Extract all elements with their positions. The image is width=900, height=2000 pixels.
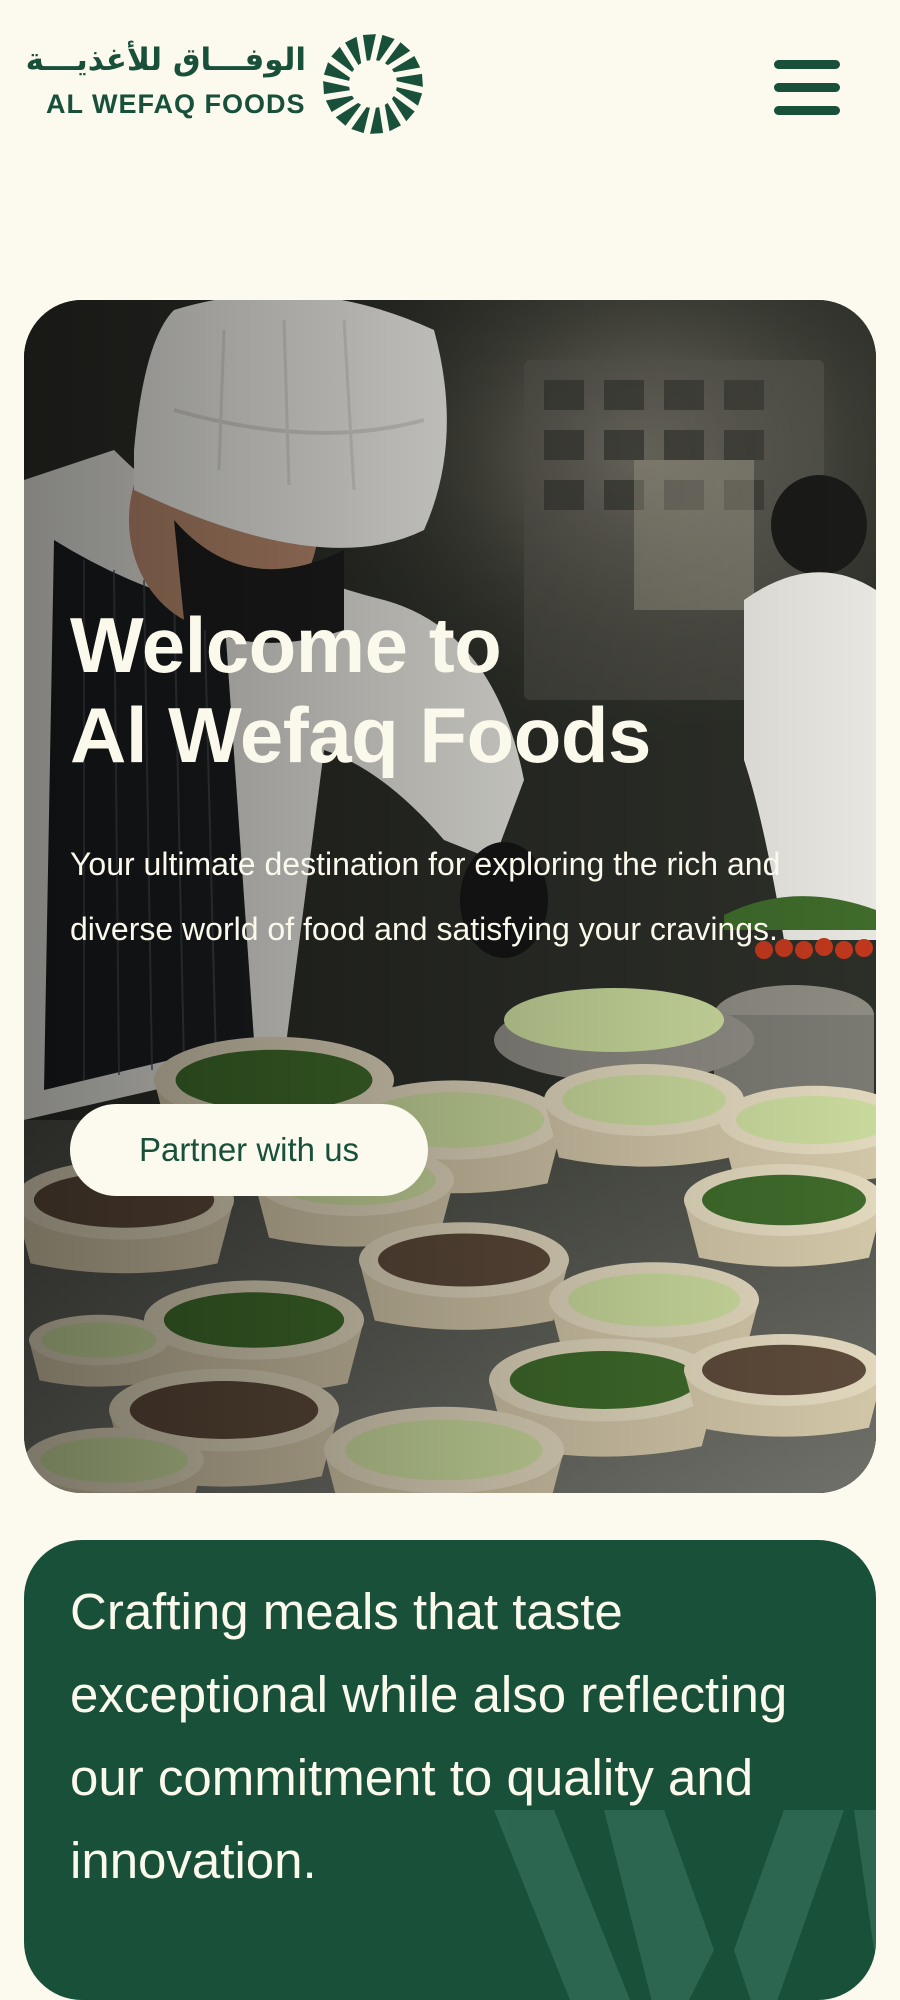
menu-bar-icon (774, 106, 840, 115)
hero-title-line-2: Al Wefaq Foods (70, 691, 651, 779)
hero-title-line-1: Welcome to (70, 601, 502, 689)
mission-panel: Crafting meals that taste exceptional wh… (24, 1540, 876, 2000)
partner-with-us-button[interactable]: Partner with us (70, 1104, 428, 1196)
menu-bar-icon (774, 83, 840, 92)
hero-title: Welcome to Al Wefaq Foods (70, 600, 830, 780)
hamburger-menu-button[interactable] (768, 56, 844, 124)
menu-bar-icon (774, 60, 840, 69)
brand-name-english: AL WEFAQ FOODS (46, 89, 306, 119)
mission-statement: Crafting meals that taste exceptional wh… (70, 1583, 788, 1889)
hero-description: Your ultimate destination for exploring … (70, 846, 781, 947)
hero-section: Welcome to Al Wefaq Foods Your ultimate … (24, 300, 876, 1493)
starburst-logo-icon (323, 34, 423, 134)
brand-name-arabic: الوفـــاق للأغذيـــة (25, 42, 306, 78)
site-header: الوفـــاق للأغذيـــة AL WEFAQ FOODS (0, 0, 900, 170)
brand-logo[interactable]: الوفـــاق للأغذيـــة AL WEFAQ FOODS (25, 34, 436, 134)
